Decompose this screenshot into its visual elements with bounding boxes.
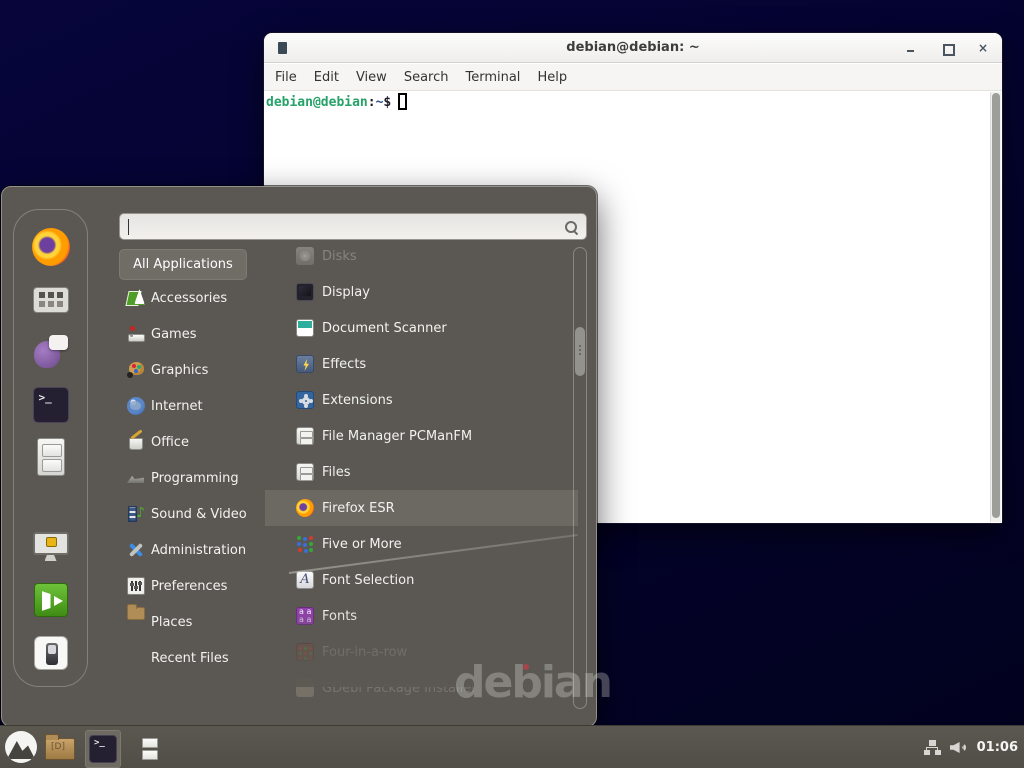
menu-scrollbar-thumb[interactable]	[575, 327, 585, 376]
category-accessories[interactable]: Accessories	[119, 280, 266, 316]
app-file-manager-pcmanfm[interactable]: File Manager PCManFM	[265, 418, 578, 454]
desktop: { "colors": { "desktop_bg": "#040330", "…	[0, 0, 1024, 768]
firefox-icon	[296, 499, 314, 517]
app-document-scanner[interactable]: Document Scanner	[265, 310, 578, 346]
lock-screen-icon[interactable]	[33, 532, 69, 562]
file-cabinet-icon	[139, 734, 161, 764]
internet-icon	[127, 397, 145, 415]
menu-edit[interactable]: Edit	[314, 70, 339, 85]
prompt-user-host: debian@debian	[266, 95, 368, 110]
gdebi-icon	[296, 679, 314, 697]
category-preferences[interactable]: Preferences	[119, 568, 266, 604]
app-extensions[interactable]: Extensions	[265, 382, 578, 418]
category-office[interactable]: Office	[119, 424, 266, 460]
terminal-cursor	[398, 93, 407, 110]
close-button[interactable]: ×	[976, 41, 990, 55]
taskbar-files-button[interactable]	[132, 730, 168, 768]
places-icon	[127, 607, 145, 620]
sound-video-icon	[127, 505, 145, 523]
padlock-shape	[46, 537, 57, 547]
menu-scrollbar[interactable]	[573, 247, 587, 709]
font-selection-icon	[296, 571, 314, 589]
menu-file[interactable]: File	[275, 70, 297, 85]
network-icon[interactable]	[924, 740, 941, 755]
effects-icon	[296, 355, 314, 373]
terminal-window-title: debian@debian: ~	[264, 40, 1002, 55]
app-display[interactable]: Display	[265, 274, 578, 310]
display-icon	[296, 283, 314, 301]
office-icon	[127, 433, 145, 451]
files-icon	[296, 463, 314, 481]
app-fonts[interactable]: Fonts	[265, 598, 578, 634]
folder-icon	[45, 738, 75, 760]
window-controls: ×	[904, 33, 990, 63]
preferences-icon	[127, 577, 145, 595]
programming-icon	[127, 469, 145, 487]
menu-view[interactable]: View	[356, 70, 387, 85]
category-graphics[interactable]: Graphics	[119, 352, 266, 388]
file-manager-favorite-icon[interactable]	[37, 438, 65, 476]
category-sound-video[interactable]: Sound & Video	[119, 496, 266, 532]
app-five-or-more[interactable]: Five or More	[265, 526, 578, 562]
application-menu: All Applications Accessories Games Graph…	[1, 186, 597, 727]
terminal-icon	[89, 735, 117, 763]
pidgin-favorite-icon[interactable]	[34, 335, 68, 369]
taskbar: 01:06	[0, 725, 1024, 768]
menu-terminal[interactable]: Terminal	[465, 70, 520, 85]
app-disks[interactable]: Disks	[265, 238, 578, 274]
clock[interactable]: 01:06	[977, 740, 1018, 755]
five-or-more-icon	[296, 535, 314, 553]
keyboard-favorite-icon[interactable]	[33, 287, 69, 313]
minimize-button[interactable]	[904, 41, 918, 55]
maximize-button[interactable]	[940, 41, 954, 55]
app-font-selection[interactable]: Font Selection	[265, 562, 578, 598]
shutdown-icon[interactable]	[34, 636, 68, 670]
all-applications-button[interactable]: All Applications	[119, 249, 247, 280]
terminal-menubar: File Edit View Search Terminal Help	[264, 64, 1002, 91]
accessories-icon	[127, 289, 145, 307]
category-games[interactable]: Games	[119, 316, 266, 352]
category-administration[interactable]: Administration	[119, 532, 266, 568]
fonts-icon	[296, 607, 314, 625]
pcmanfm-icon	[296, 427, 314, 445]
app-gdebi-package-installer[interactable]: GDebi Package Installer	[265, 670, 578, 706]
taskbar-menu-button[interactable]	[5, 731, 37, 763]
app-files[interactable]: Files	[265, 454, 578, 490]
menu-search[interactable]: Search	[404, 70, 449, 85]
favorites-column	[13, 209, 88, 687]
category-recent-files[interactable]: Recent Files	[119, 640, 266, 676]
category-programming[interactable]: Programming	[119, 460, 266, 496]
graphics-icon	[127, 361, 145, 379]
taskbar-terminal-button[interactable]	[85, 730, 121, 768]
text-caret	[128, 219, 129, 235]
menu-help[interactable]: Help	[537, 70, 567, 85]
disks-icon	[296, 247, 314, 265]
system-tray: 01:06	[924, 726, 1018, 768]
games-icon	[127, 325, 145, 343]
taskbar-file-manager-button[interactable]	[42, 730, 78, 768]
four-in-a-row-icon	[296, 643, 314, 661]
shell-prompt: debian@debian:~$	[266, 93, 407, 110]
administration-icon	[127, 541, 145, 559]
application-list: Disks Display Document Scanner Effects E…	[265, 232, 578, 687]
extensions-icon	[296, 391, 314, 409]
category-internet[interactable]: Internet	[119, 388, 266, 424]
monitor-stand-shape	[45, 555, 57, 561]
document-scanner-icon	[296, 319, 314, 337]
logout-icon[interactable]	[34, 583, 68, 617]
category-places[interactable]: Places	[119, 604, 266, 640]
terminal-titlebar[interactable]: debian@debian: ~ ×	[264, 33, 1002, 63]
app-firefox-esr[interactable]: Firefox ESR	[265, 490, 578, 526]
app-four-in-a-row[interactable]: Four-in-a-row	[265, 634, 578, 670]
terminal-scrollbar[interactable]	[990, 92, 1001, 522]
terminal-scrollbar-thumb[interactable]	[992, 93, 1000, 518]
app-effects[interactable]: Effects	[265, 346, 578, 382]
terminal-favorite-icon[interactable]	[33, 387, 69, 423]
firefox-favorite-icon[interactable]	[32, 228, 70, 266]
volume-icon[interactable]	[950, 740, 968, 755]
